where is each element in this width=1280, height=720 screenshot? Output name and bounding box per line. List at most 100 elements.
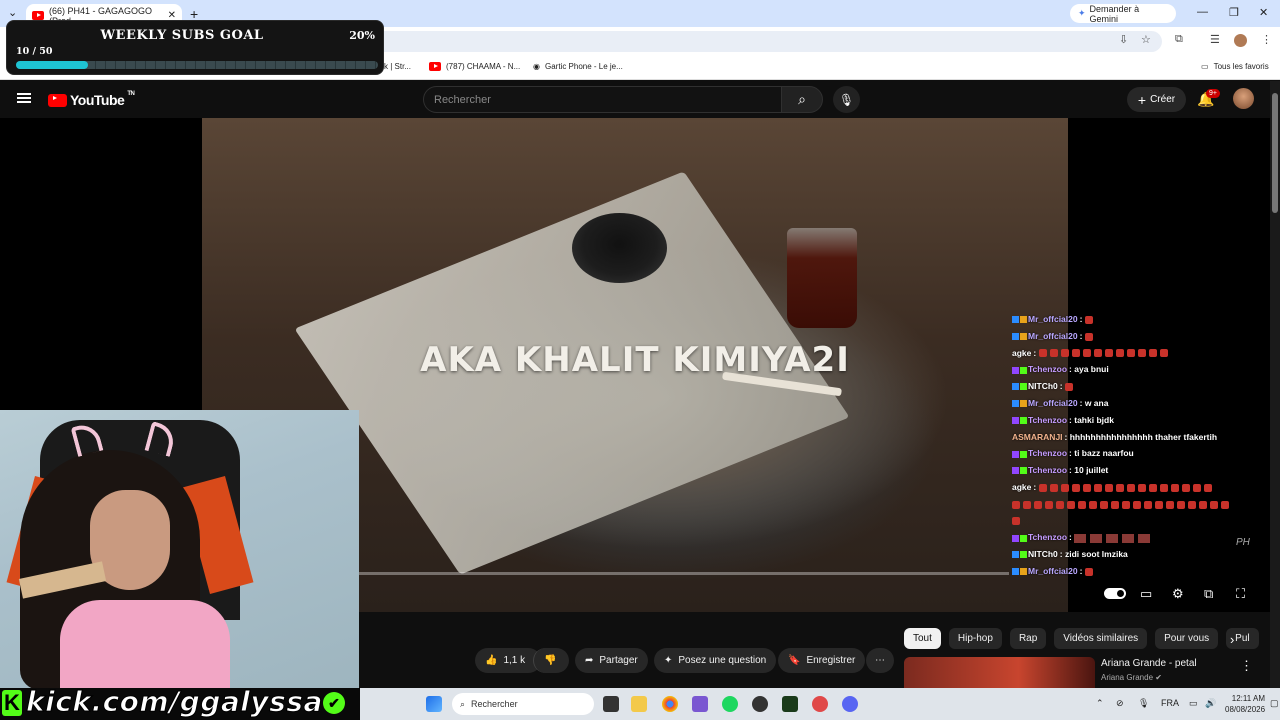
- chat-emote-icon: [1060, 349, 1069, 358]
- snipping-tool-icon[interactable]: [692, 696, 708, 712]
- chat-emote-icon: [1093, 349, 1102, 358]
- video-progress-bar[interactable]: [359, 572, 1009, 575]
- autoplay-toggle[interactable]: [1104, 588, 1126, 599]
- sparkle-icon: ✦: [664, 655, 673, 666]
- chat-message: NITCh0: zidi soot lmzika: [1012, 546, 1280, 563]
- tray-overflow-icon[interactable]: ⌃: [1096, 698, 1104, 709]
- all-favorites-button[interactable]: ▭ Tous les favoris: [1201, 62, 1269, 71]
- menu-icon[interactable]: [17, 93, 31, 103]
- chat-username[interactable]: agke: [1012, 348, 1031, 358]
- gemini-button[interactable]: ✦ Demander à Gemini: [1070, 4, 1176, 24]
- chat-username[interactable]: Tchenzoo: [1028, 532, 1067, 542]
- chat-username[interactable]: Mr_offcial20: [1028, 314, 1078, 324]
- miniplayer-icon[interactable]: ⧉: [1204, 586, 1213, 602]
- chat-emote-icon: [1012, 517, 1020, 526]
- chat-username[interactable]: NITCh0: [1028, 381, 1058, 391]
- chat-username[interactable]: Mr_offcial20: [1028, 331, 1078, 341]
- chat-badge-icon: [1020, 400, 1027, 408]
- search-input[interactable]: Rechercher: [423, 86, 782, 113]
- settings-gear-icon[interactable]: ⚙: [1172, 586, 1184, 602]
- minimize-icon[interactable]: —: [1197, 6, 1208, 18]
- language-indicator[interactable]: FRA: [1161, 698, 1179, 708]
- terminal-icon[interactable]: [782, 696, 798, 712]
- account-avatar[interactable]: [1233, 88, 1254, 109]
- like-button[interactable]: 👍 1,1 k: [475, 648, 541, 673]
- browser-menu-icon[interactable]: ⋮: [1261, 33, 1272, 46]
- volume-icon[interactable]: 🔊: [1205, 698, 1216, 709]
- chat-badge-icon: [1020, 450, 1027, 458]
- page-scrollbar[interactable]: [1270, 81, 1280, 688]
- chat-username[interactable]: agke: [1012, 482, 1031, 492]
- taskbar-search[interactable]: ⌕ Rechercher: [452, 693, 594, 715]
- verified-icon: ✔: [1155, 673, 1162, 682]
- window-close-icon[interactable]: ✕: [1259, 6, 1268, 19]
- chat-username[interactable]: Mr_offcial20: [1028, 398, 1078, 408]
- clock-date: 08/08/2026: [1225, 705, 1266, 714]
- chat-username[interactable]: NITCh0: [1028, 549, 1058, 559]
- recommendation-more-icon[interactable]: ⋮: [1240, 658, 1253, 674]
- chat-emote-icon: [1115, 349, 1124, 358]
- chrome-icon[interactable]: [662, 696, 678, 712]
- youtube-logo[interactable]: YouTube TN: [48, 91, 135, 108]
- subtitles-icon[interactable]: ▭: [1140, 586, 1152, 602]
- save-button[interactable]: 🔖 Enregistrer: [778, 648, 866, 673]
- chip-related[interactable]: Vidéos similaires: [1054, 628, 1148, 649]
- chat-username[interactable]: Tchenzoo: [1028, 364, 1067, 374]
- display-icon[interactable]: ▭: [1189, 698, 1198, 709]
- chip-for-you[interactable]: Pour vous: [1155, 628, 1219, 649]
- chat-emote-icon: [1210, 500, 1218, 509]
- search-icon: ⌕: [798, 91, 806, 107]
- chat-message: Mr_offcial20:: [1012, 563, 1280, 580]
- chip-all[interactable]: Tout: [904, 628, 941, 649]
- network-off-icon[interactable]: ⊘: [1116, 698, 1124, 709]
- recommendation-title[interactable]: Ariana Grande - petal: [1101, 658, 1197, 669]
- chat-username[interactable]: Tchenzoo: [1028, 448, 1067, 458]
- fullscreen-icon[interactable]: ⛶: [1236, 586, 1245, 602]
- more-horizontal-icon: ⋯: [875, 655, 885, 666]
- address-bar[interactable]: [372, 31, 1162, 52]
- chat-emote-icon: [1170, 483, 1179, 492]
- chat-badge-icon: [1020, 568, 1027, 576]
- microphone-icon[interactable]: 🎙: [1138, 698, 1149, 709]
- app-icon[interactable]: [812, 696, 828, 712]
- chat-text: hhhhhhhhhhhhhhhh thaher tfakertih: [1069, 431, 1218, 442]
- voice-search-button[interactable]: 🎙: [833, 86, 860, 113]
- recommendation-thumbnail[interactable]: [904, 657, 1095, 688]
- video-ashtray: [572, 213, 667, 283]
- bookmark-item[interactable]: k | Str...: [384, 62, 411, 71]
- search-button[interactable]: ⌕: [781, 86, 823, 113]
- chat-username[interactable]: Tchenzoo: [1028, 465, 1067, 475]
- chat-username[interactable]: Tchenzoo: [1028, 415, 1067, 425]
- install-app-icon[interactable]: ⇩: [1119, 33, 1128, 46]
- discord-icon[interactable]: [842, 696, 858, 712]
- recommendation-channel[interactable]: Ariana Grande ✔: [1101, 673, 1162, 682]
- chevron-right-icon[interactable]: ›: [1230, 632, 1234, 647]
- spotify-icon[interactable]: [722, 696, 738, 712]
- share-button[interactable]: ➦ Partager: [575, 648, 648, 673]
- chip-hiphop[interactable]: Hip-hop: [948, 628, 1002, 649]
- create-button[interactable]: + Créer: [1127, 87, 1186, 112]
- extensions-icon[interactable]: ⧉: [1175, 33, 1183, 46]
- maximize-icon[interactable]: ❐: [1229, 6, 1239, 19]
- more-actions-button[interactable]: ⋯: [866, 648, 894, 673]
- bookmark-star-icon[interactable]: ☆: [1141, 33, 1151, 46]
- taskbar-clock[interactable]: 12:11 AM 08/08/2026: [1225, 693, 1265, 715]
- reading-list-icon[interactable]: ☰: [1210, 33, 1220, 46]
- dislike-button[interactable]: 👎: [533, 648, 569, 673]
- chat-emote-icon: [1106, 533, 1119, 543]
- chip-rap[interactable]: Rap: [1009, 628, 1047, 649]
- bookmark-item[interactable]: (787) CHAAMA - N...: [429, 62, 520, 71]
- notification-center-icon[interactable]: ▢: [1270, 698, 1279, 709]
- task-view-icon[interactable]: [603, 696, 619, 712]
- chat-username[interactable]: ASMARANJI: [1012, 432, 1063, 442]
- profile-avatar[interactable]: [1234, 34, 1247, 47]
- bookmark-item[interactable]: ◉ Gartic Phone - Le je...: [533, 62, 623, 71]
- tab-search-icon[interactable]: ⌄: [8, 6, 17, 19]
- chat-username[interactable]: Mr_offcial20: [1028, 566, 1078, 576]
- streamer-top: [60, 600, 230, 688]
- ask-question-button[interactable]: ✦ Posez une question: [654, 648, 777, 673]
- chat-emote-icon: [1049, 483, 1058, 492]
- start-icon[interactable]: [426, 696, 442, 712]
- file-explorer-icon[interactable]: [631, 696, 647, 712]
- obs-icon[interactable]: [752, 696, 768, 712]
